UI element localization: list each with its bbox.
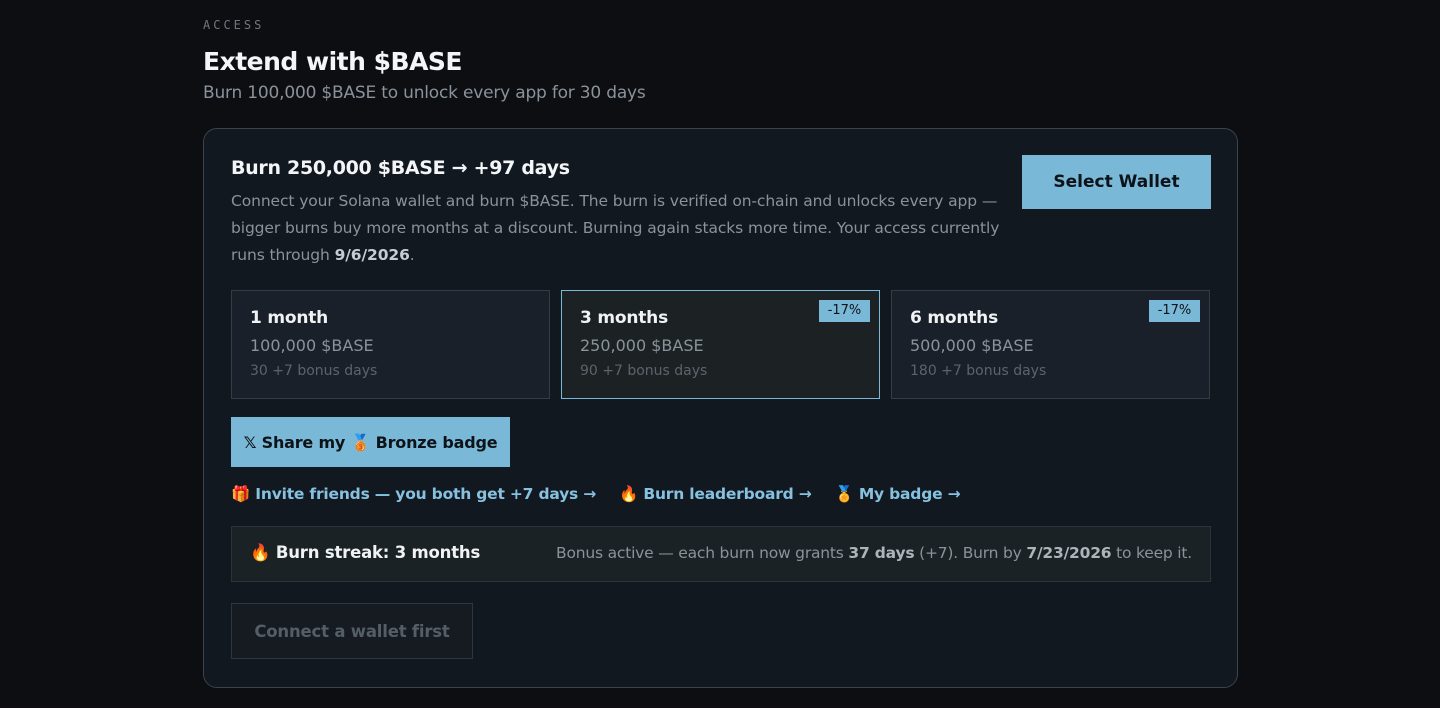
plan-name: 6 months [910,308,998,328]
plan-price: 250,000 $BASE [580,336,704,355]
burn-streak-info: Bonus active — each burn now grants 37 d… [556,544,1192,562]
burn-card: Burn 250,000 $BASE → +97 days Connect yo… [203,128,1238,688]
section-subtitle: Burn 100,000 $BASE to unlock every app f… [203,83,646,103]
section-title: Extend with $BASE [203,47,463,76]
plan-bonus: 90 +7 bonus days [580,363,708,379]
discount-badge: -17% [1149,300,1200,322]
burn-leaderboard-link[interactable]: 🔥 Burn leaderboard → [619,485,812,509]
streak-info-end: to keep it. [1111,544,1192,562]
share-badge-button[interactable]: 𝕏 Share my 🥉 Bronze badge [231,417,510,467]
burn-description: Connect your Solana wallet and burn $BAS… [231,188,1011,269]
plan-bonus: 30 +7 bonus days [250,363,378,379]
burn-streak-panel: 🔥 Burn streak: 3 months Bonus active — e… [231,526,1211,582]
invite-friends-link[interactable]: 🎁 Invite friends — you both get +7 days … [231,485,596,509]
discount-badge: -17% [819,300,870,322]
select-wallet-button[interactable]: Select Wallet [1022,155,1211,209]
streak-info-text: Bonus active — each burn now grants [556,544,849,562]
plan-option-1-month[interactable]: 1 month 100,000 $BASE 30 +7 bonus days [231,290,550,399]
plan-price: 500,000 $BASE [910,336,1034,355]
burn-summary-title: Burn 250,000 $BASE → +97 days [231,157,570,179]
quick-links: 🎁 Invite friends — you both get +7 days … [231,485,961,509]
plan-bonus: 180 +7 bonus days [910,363,1047,379]
plan-option-3-months[interactable]: 3 months 250,000 $BASE 90 +7 bonus days … [561,290,880,399]
connect-wallet-first-button[interactable]: Connect a wallet first [231,603,473,659]
streak-info-mid: (+7). Burn by [914,544,1027,562]
plan-price: 100,000 $BASE [250,336,374,355]
plan-name: 1 month [250,308,329,328]
burn-description-end: . [409,246,415,264]
section-eyebrow: ACCESS [203,18,265,32]
streak-deadline: 7/23/2026 [1026,544,1112,562]
plan-name: 3 months [580,308,668,328]
access-section-header: ACCESS Extend with $BASE Burn 100,000 $B… [203,16,1237,105]
plan-option-6-months[interactable]: 6 months 500,000 $BASE 180 +7 bonus days… [891,290,1210,399]
burn-streak-title: 🔥 Burn streak: 3 months [250,543,481,562]
my-badge-link[interactable]: 🏅 My badge → [835,485,961,509]
access-until-date: 9/6/2026 [334,246,410,264]
streak-grant-days: 37 days [848,544,915,562]
